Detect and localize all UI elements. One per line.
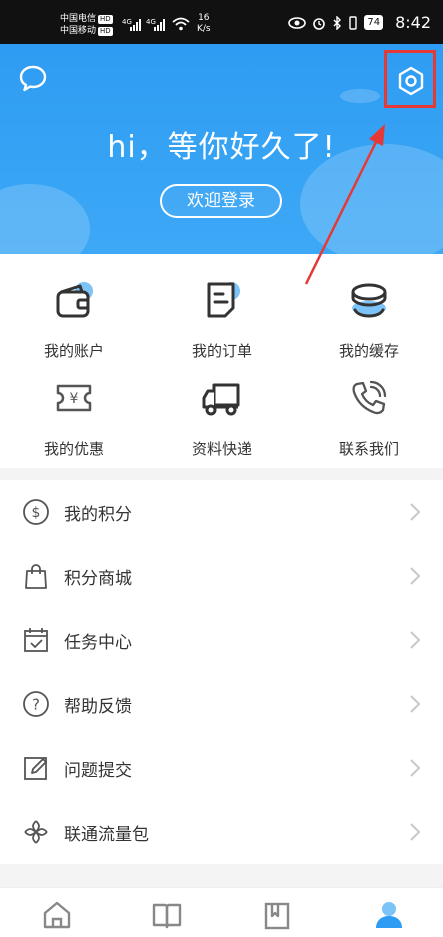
clock: 8:42: [395, 13, 431, 32]
nav-profile[interactable]: [372, 898, 406, 932]
library-icon: [264, 902, 290, 930]
vibrate-icon: [349, 15, 358, 30]
list-item-points[interactable]: $ 我的积分: [0, 480, 443, 544]
phone-icon: [352, 380, 387, 415]
highlight-box: [384, 50, 436, 108]
grid-item-contact[interactable]: 联系我们: [295, 360, 443, 460]
chat-bubble-icon: [19, 65, 47, 92]
carrier-info: 中国电信 HD 中国移动 HD: [60, 13, 113, 37]
grid-item-cache[interactable]: 我的缓存: [295, 262, 443, 362]
grid-item-orders[interactable]: 我的订单: [148, 262, 296, 362]
profile-header: hi，等你好久了! 欢迎登录: [0, 44, 443, 254]
message-button[interactable]: [18, 64, 48, 94]
decorative-cloud: [0, 184, 90, 254]
delivery-truck-icon: [202, 383, 240, 416]
list-item-points-mall[interactable]: 积分商城: [0, 544, 443, 608]
nav-library[interactable]: [260, 898, 294, 932]
book-icon: [152, 903, 182, 929]
signal-icon: [130, 19, 141, 31]
battery-level: 74: [364, 15, 384, 30]
list-item-label: 任务中心: [64, 633, 132, 653]
grid-item-label: 我的订单: [191, 342, 252, 360]
grid-item-coupons[interactable]: ¥ 我的优惠: [0, 360, 148, 460]
order-icon: [207, 282, 240, 318]
grid-item-delivery[interactable]: 资料快递: [148, 360, 296, 460]
greeting-title: hi，等你好久了!: [107, 130, 336, 165]
list-item-label: 帮助反馈: [64, 697, 132, 717]
chevron-right-icon: [410, 695, 421, 713]
grid-item-label: 我的优惠: [43, 440, 104, 458]
profile-icon: [376, 902, 402, 928]
signal-icon: [154, 19, 165, 31]
grid-item-label: 资料快递: [191, 440, 252, 458]
list-item-submit-issue[interactable]: 问题提交: [0, 736, 443, 800]
network-speed: 16 K/s: [197, 13, 211, 34]
hd-badge: HD: [98, 15, 113, 24]
list-item-unicom-data[interactable]: 联通流量包: [0, 800, 443, 864]
list-item-label: 问题提交: [64, 761, 132, 781]
list-item-label: 积分商城: [64, 569, 132, 589]
unicom-knot-icon: [24, 820, 48, 844]
shopping-bag-icon: [25, 564, 47, 589]
edit-icon: [24, 757, 47, 780]
list-item-label: 联通流量包: [64, 825, 149, 845]
svg-text:¥: ¥: [70, 391, 79, 407]
carrier-1: 中国电信: [60, 14, 97, 24]
wifi-icon: [172, 17, 190, 31]
question-circle-icon: ?: [23, 691, 49, 717]
list-item-label: 我的积分: [64, 505, 132, 525]
svg-text:?: ?: [32, 696, 40, 714]
bottom-nav: [0, 887, 443, 937]
chevron-right-icon: [410, 759, 421, 777]
coupon-icon: ¥: [56, 384, 92, 412]
feature-grid: 我的账户 我的订单 我的缓存 ¥ 我的优惠 资料快递 联系我们: [0, 254, 443, 468]
wallet-icon: [56, 282, 93, 318]
login-button[interactable]: 欢迎登录: [160, 184, 282, 218]
home-icon: [43, 901, 71, 929]
profile-page: 中国电信 HD 中国移动 HD 4G 4G 16 K/s 74 8:42 hi，…: [0, 0, 443, 937]
hd-badge: HD: [98, 27, 113, 36]
grid-item-label: 联系我们: [338, 440, 399, 458]
chevron-right-icon: [410, 823, 421, 841]
grid-item-label: 我的缓存: [338, 342, 399, 360]
chevron-right-icon: [410, 567, 421, 585]
nav-home[interactable]: [40, 898, 74, 932]
status-right: 74 8:42: [288, 13, 431, 32]
chevron-right-icon: [410, 503, 421, 521]
svg-text:$: $: [32, 505, 41, 521]
dollar-circle-icon: $: [23, 499, 49, 525]
alarm-icon: [313, 17, 326, 30]
bluetooth-icon: [333, 15, 342, 30]
calendar-check-icon: [24, 628, 48, 652]
chevron-right-icon: [410, 631, 421, 649]
carrier-2: 中国移动: [60, 26, 97, 36]
cache-icon: [351, 283, 387, 318]
decorative-cloud: [340, 89, 380, 103]
list-item-help-feedback[interactable]: ? 帮助反馈: [0, 672, 443, 736]
grid-item-account[interactable]: 我的账户: [0, 262, 148, 362]
list-item-task-center[interactable]: 任务中心: [0, 608, 443, 672]
eye-icon: [288, 16, 307, 29]
status-bar: 中国电信 HD 中国移动 HD 4G 4G 16 K/s 74 8:42: [0, 0, 443, 44]
menu-list: $ 我的积分 积分商城 任务中心 ? 帮助反馈 问题提交 联通流量包: [0, 480, 443, 864]
grid-item-label: 我的账户: [43, 342, 104, 360]
nav-books[interactable]: [150, 898, 184, 932]
